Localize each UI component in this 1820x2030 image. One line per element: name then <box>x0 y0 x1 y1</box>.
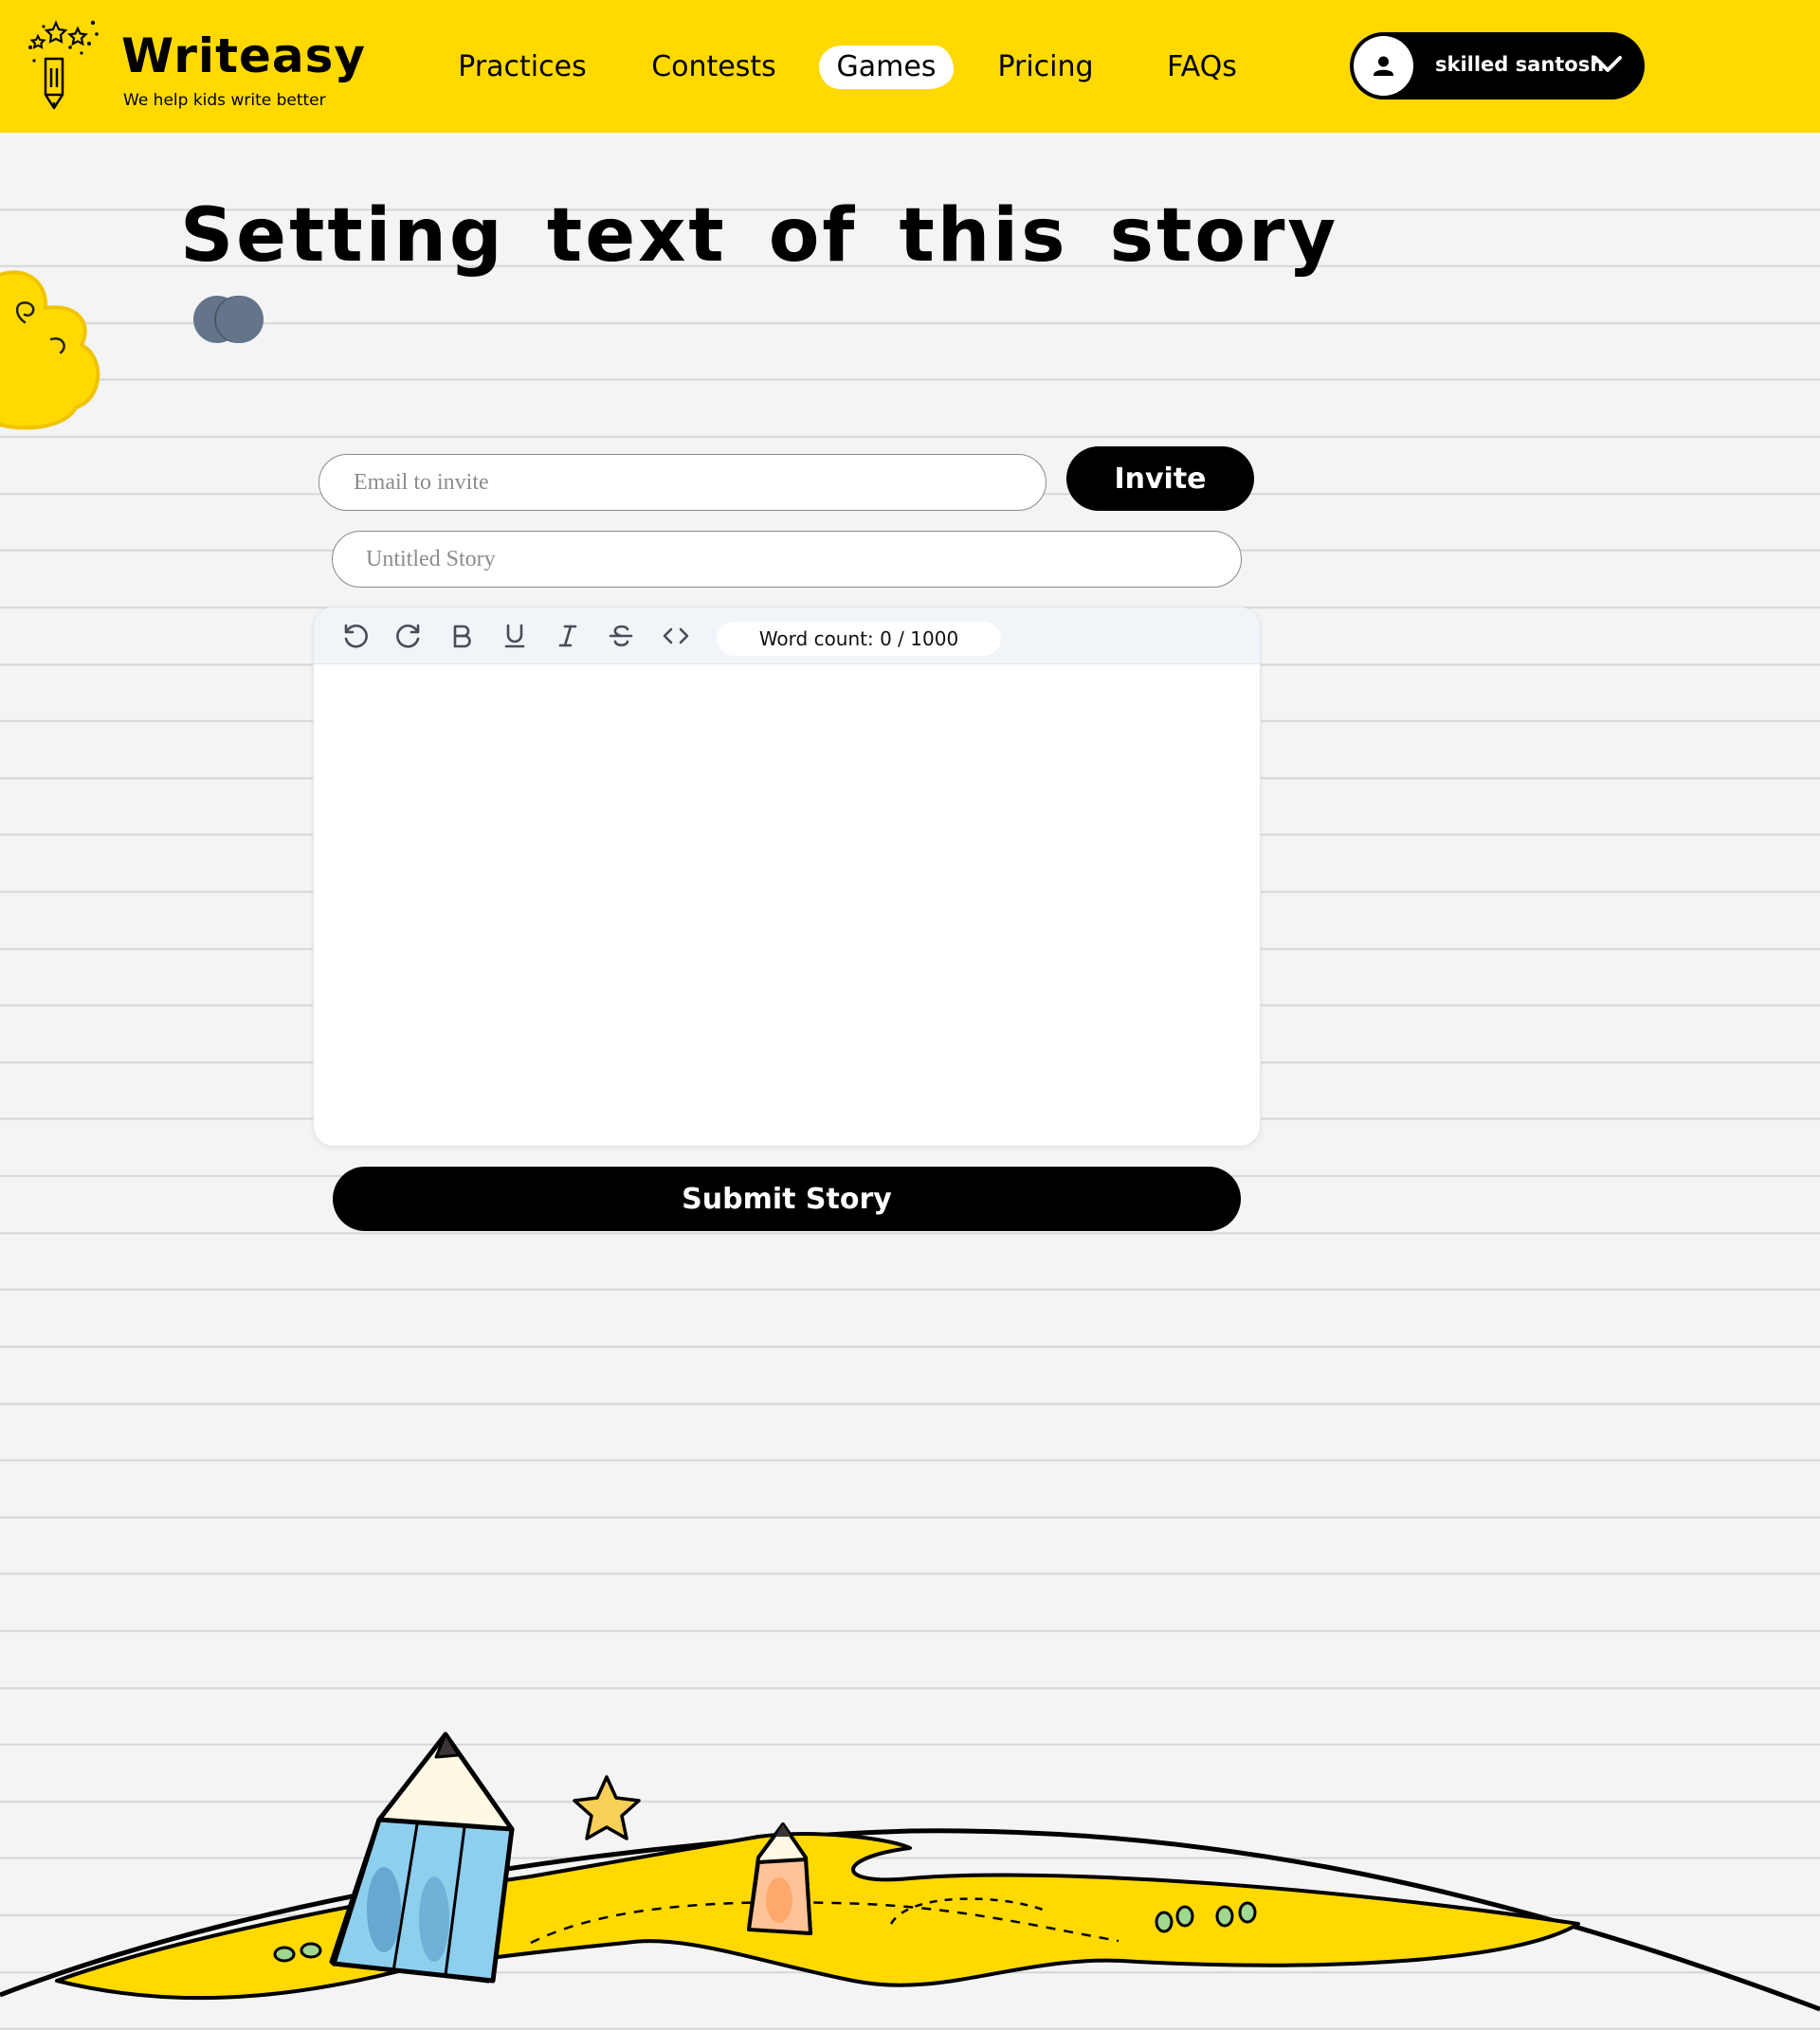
underline-button[interactable] <box>498 619 532 653</box>
brand-name: Writeasy <box>121 28 366 83</box>
strikethrough-icon <box>609 625 633 647</box>
user-icon <box>1374 56 1393 76</box>
collaborator-avatars <box>193 296 269 345</box>
bold-icon <box>453 625 471 648</box>
undo-button[interactable] <box>338 619 373 653</box>
user-menu-button[interactable]: skilled santosh <box>1350 32 1645 100</box>
italic-button[interactable] <box>551 619 585 653</box>
code-button[interactable] <box>659 619 693 653</box>
word-count: Word count: 0 / 1000 <box>717 622 1001 656</box>
magic-pencil-logo-icon <box>28 20 99 110</box>
story-editor: Word count: 0 / 1000 <box>313 607 1261 1147</box>
underline-icon <box>504 624 525 648</box>
brand-logo[interactable]: Writeasy We help kids write better <box>25 19 365 114</box>
undo-icon <box>344 624 368 648</box>
invite-button[interactable]: Invite <box>1066 446 1254 511</box>
cloud-decoration-icon <box>0 270 100 430</box>
nav-pricing[interactable]: Pricing <box>992 45 1100 89</box>
strikethrough-button[interactable] <box>604 619 638 653</box>
big-pencil-icon <box>329 1731 515 1984</box>
email-invite-input[interactable] <box>318 454 1046 511</box>
pencil-landscape-illustration <box>0 1731 1820 2012</box>
top-navbar: Writeasy We help kids write better Pract… <box>0 0 1820 133</box>
story-title-input[interactable] <box>332 531 1242 588</box>
user-name: skilled santosh <box>1435 53 1605 76</box>
editor-toolbar: Word count: 0 / 1000 <box>314 607 1260 664</box>
bold-button[interactable] <box>445 619 479 653</box>
chevron-down-icon <box>1593 56 1622 72</box>
collaborator-avatar[interactable] <box>216 296 264 343</box>
brand-tagline: We help kids write better <box>123 91 326 110</box>
redo-icon <box>396 624 420 648</box>
page-title: Setting text of this story <box>180 193 1339 279</box>
nav-faqs[interactable]: FAQs <box>1155 45 1249 89</box>
code-icon <box>663 627 689 644</box>
submit-story-button[interactable]: Submit Story <box>333 1167 1241 1231</box>
nav-contests[interactable]: Contests <box>645 45 783 89</box>
story-text-area[interactable] <box>314 665 1260 1146</box>
italic-icon <box>558 625 577 647</box>
user-avatar <box>1354 36 1413 96</box>
nav-games[interactable]: Games <box>819 45 954 89</box>
nav-practices[interactable]: Practices <box>453 45 592 89</box>
redo-button[interactable] <box>391 619 426 653</box>
